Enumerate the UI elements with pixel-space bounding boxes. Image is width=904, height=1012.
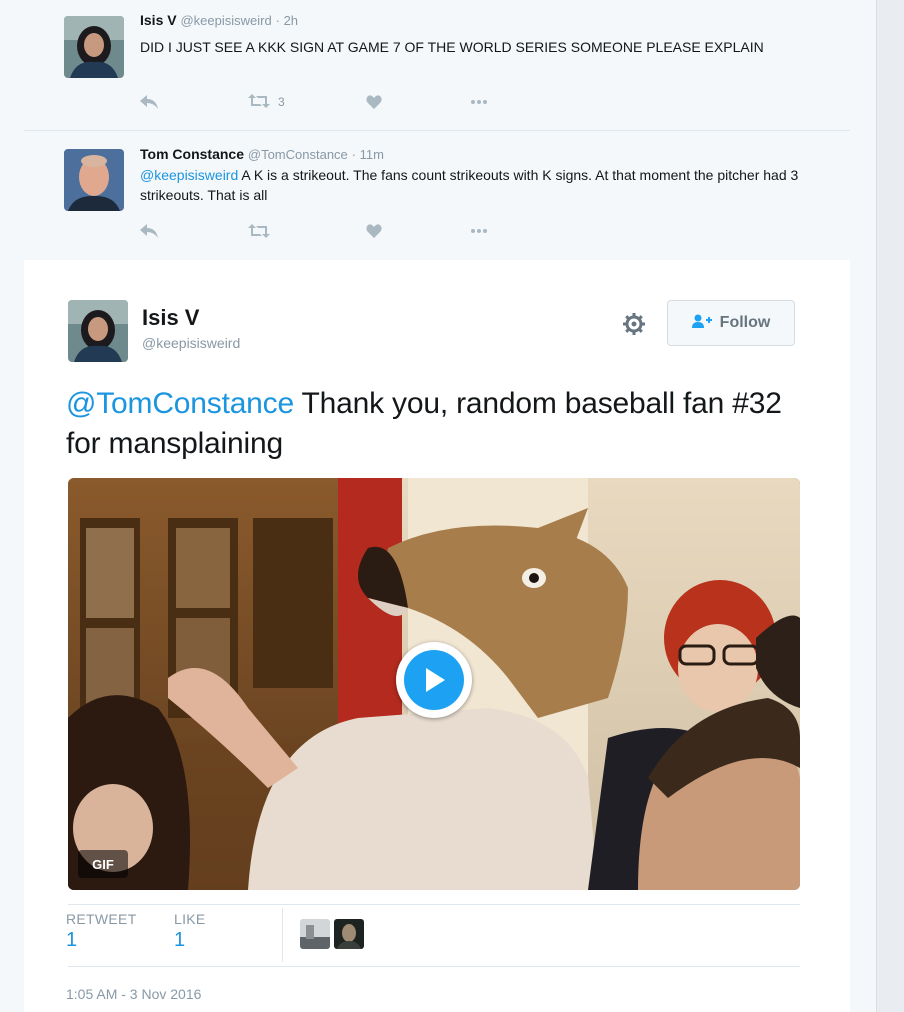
author-handle[interactable]: @keepisisweird: [180, 13, 271, 28]
follow-button[interactable]: Follow: [667, 300, 795, 346]
like-stat[interactable]: LIKE 1: [174, 911, 206, 952]
liker-avatar[interactable]: [300, 919, 330, 949]
like-stat-value: 1: [174, 929, 186, 951]
separator: ·: [275, 13, 284, 28]
reply-icon[interactable]: [140, 221, 158, 241]
mention-link[interactable]: @TomConstance: [66, 387, 294, 420]
twitter-conversation-frame: Isis V @keepisisweird · 2h DID I JUST SE…: [0, 0, 877, 1012]
avatar[interactable]: [64, 16, 124, 78]
reply-icon[interactable]: [140, 92, 158, 112]
tweet-text: DID I JUST SEE A KKK SIGN AT GAME 7 OF T…: [140, 39, 764, 55]
retweet-stat[interactable]: RETWEET 1: [66, 911, 137, 952]
gif-badge: GIF: [78, 850, 128, 878]
author-name[interactable]: Isis V: [140, 12, 177, 28]
divider: [68, 904, 800, 905]
gif-media[interactable]: GIF: [68, 478, 800, 890]
liker-avatar[interactable]: [334, 919, 364, 949]
like-stat-label: LIKE: [174, 911, 206, 927]
more-icon[interactable]: [470, 221, 488, 241]
author-name[interactable]: Tom Constance: [140, 146, 244, 162]
follow-label: Follow: [719, 314, 771, 331]
tweet-time[interactable]: 2h: [284, 13, 298, 28]
reply-header: Isis V @keepisisweird · 2h: [140, 11, 298, 30]
mention-link[interactable]: @keepisisweird: [140, 167, 238, 183]
tweet-timestamp[interactable]: 1:05 AM - 3 Nov 2016: [66, 986, 201, 1002]
retweet-stat-label: RETWEET: [66, 911, 137, 927]
play-icon: [404, 650, 464, 710]
like-icon[interactable]: [366, 92, 382, 112]
divider: [68, 966, 800, 967]
tweet-body: A K is a strikeout. The fans count strik…: [140, 167, 799, 203]
avatar[interactable]: [68, 300, 128, 362]
separator: ·: [351, 147, 360, 162]
divider: [282, 908, 283, 962]
retweet-icon[interactable]: [248, 221, 270, 241]
tweet-text: @keepisisweird A K is a strikeout. The f…: [140, 165, 820, 205]
more-icon[interactable]: [470, 92, 488, 112]
retweet-action[interactable]: 3: [248, 92, 285, 112]
author-handle[interactable]: @keepisisweird: [142, 335, 240, 351]
author-name[interactable]: Isis V: [142, 305, 199, 331]
like-icon[interactable]: [366, 221, 382, 241]
reply-tweet[interactable]: Isis V @keepisisweird · 2h DID I JUST SE…: [24, 0, 850, 131]
tweet-time[interactable]: 11m: [360, 147, 384, 162]
main-tweet: Isis V @keepisisweird Follow @TomConstan…: [24, 260, 850, 1012]
add-user-icon: [691, 314, 720, 333]
author-handle[interactable]: @TomConstance: [248, 147, 348, 162]
retweet-stat-value: 1: [66, 929, 78, 951]
gear-icon[interactable]: [622, 312, 646, 336]
tweet-text: @TomConstance Thank you, random baseball…: [66, 384, 806, 464]
retweet-icon: [248, 93, 270, 111]
reply-tweet[interactable]: Tom Constance @TomConstance · 11m @keepi…: [24, 131, 850, 259]
retweet-count: 3: [278, 95, 285, 109]
reply-header: Tom Constance @TomConstance · 11m: [140, 145, 384, 164]
play-button[interactable]: [396, 642, 472, 718]
avatar[interactable]: [64, 149, 124, 211]
